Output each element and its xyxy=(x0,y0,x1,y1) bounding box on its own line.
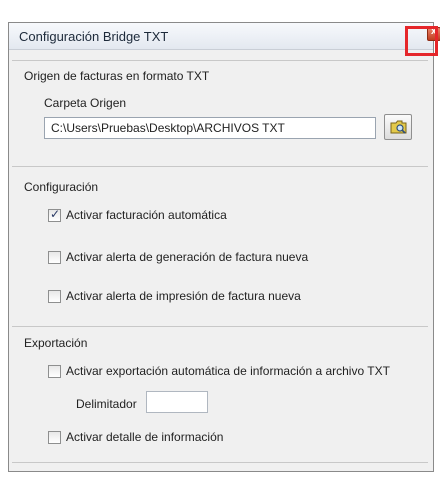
folder-browse-icon xyxy=(390,120,407,134)
browse-folder-button[interactable] xyxy=(384,114,412,140)
config-group-divider xyxy=(12,166,428,167)
origin-group-divider xyxy=(12,60,428,61)
folder-label: Carpeta Origen xyxy=(44,96,127,110)
auto-export-checkbox[interactable] xyxy=(48,364,61,378)
delimiter-label: Delimitador xyxy=(76,397,137,411)
config-window: Configuración Bridge TXT xyxy=(8,22,440,472)
window-title: Configuración Bridge TXT xyxy=(19,29,169,44)
close-icon[interactable] xyxy=(427,26,440,41)
new-invoice-alert-label: Activar alerta de generación de factura … xyxy=(66,250,309,264)
config-group-title: Configuración xyxy=(24,180,99,194)
title-bar: Configuración Bridge TXT xyxy=(9,23,440,50)
auto-invoicing-label: Activar facturación automática xyxy=(66,208,227,222)
export-group-divider xyxy=(12,326,428,327)
info-detail-checkbox[interactable] xyxy=(48,430,61,444)
export-group-title: Exportación xyxy=(24,336,88,350)
auto-invoicing-checkbox[interactable] xyxy=(48,207,61,222)
option-print-alert[interactable]: Activar alerta de impresión de factura n… xyxy=(48,289,301,303)
option-new-invoice-alert[interactable]: Activar alerta de generación de factura … xyxy=(48,250,308,264)
bottom-divider xyxy=(12,462,428,463)
new-invoice-alert-checkbox[interactable] xyxy=(48,250,61,264)
info-detail-label: Activar detalle de información xyxy=(66,430,224,444)
origin-group-title: Origen de facturas en formato TXT xyxy=(24,69,210,83)
print-alert-label: Activar alerta de impresión de factura n… xyxy=(66,289,301,303)
option-auto-export[interactable]: Activar exportación automática de inform… xyxy=(48,364,390,378)
option-auto-invoicing[interactable]: Activar facturación automática xyxy=(48,207,227,222)
print-alert-checkbox[interactable] xyxy=(48,289,61,303)
folder-path-input[interactable]: C:\Users\Pruebas\Desktop\ARCHIVOS TXT xyxy=(44,117,376,139)
auto-export-label: Activar exportación automática de inform… xyxy=(66,364,390,378)
delimiter-input[interactable] xyxy=(146,391,208,413)
option-info-detail[interactable]: Activar detalle de información xyxy=(48,430,223,444)
